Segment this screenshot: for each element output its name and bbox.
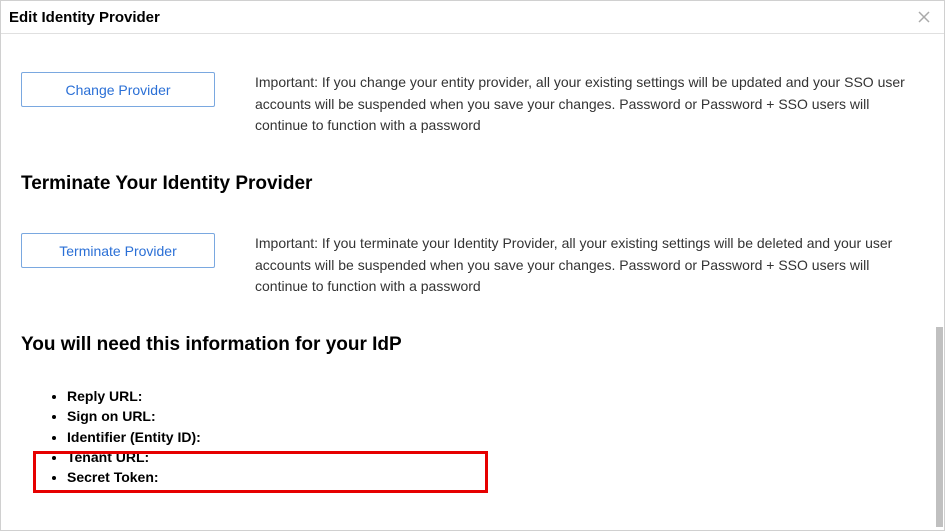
terminate-heading: Terminate Your Identity Provider	[21, 173, 924, 195]
idp-info-heading: You will need this information for your …	[21, 334, 924, 356]
change-provider-important: Important: If you change your entity pro…	[255, 72, 924, 137]
change-provider-section: Change Provider Important: If you change…	[21, 72, 924, 137]
dialog-header: Edit Identity Provider	[1, 1, 944, 34]
scrollbar-thumb[interactable]	[936, 327, 943, 527]
close-icon[interactable]	[914, 7, 934, 27]
change-provider-button[interactable]: Change Provider	[21, 72, 215, 107]
idp-info-list: Reply URL: Sign on URL: Identifier (Enti…	[67, 386, 924, 487]
idp-info-item-tenant-url: Tenant URL:	[67, 447, 924, 467]
idp-info-item-secret-token: Secret Token:	[67, 467, 924, 487]
terminate-provider-section: Terminate Provider Important: If you ter…	[21, 233, 924, 298]
edit-identity-provider-dialog: Edit Identity Provider Change Provider I…	[0, 0, 945, 531]
dialog-title: Edit Identity Provider	[9, 9, 160, 26]
dialog-body: Change Provider Important: If you change…	[1, 34, 944, 527]
idp-info-item-identifier: Identifier (Entity ID):	[67, 427, 924, 447]
idp-info-item-signon-url: Sign on URL:	[67, 406, 924, 426]
terminate-provider-important: Important: If you terminate your Identit…	[255, 233, 924, 298]
terminate-provider-button[interactable]: Terminate Provider	[21, 233, 215, 268]
idp-info-item-reply-url: Reply URL:	[67, 386, 924, 406]
scrollbar-track[interactable]	[936, 37, 943, 528]
